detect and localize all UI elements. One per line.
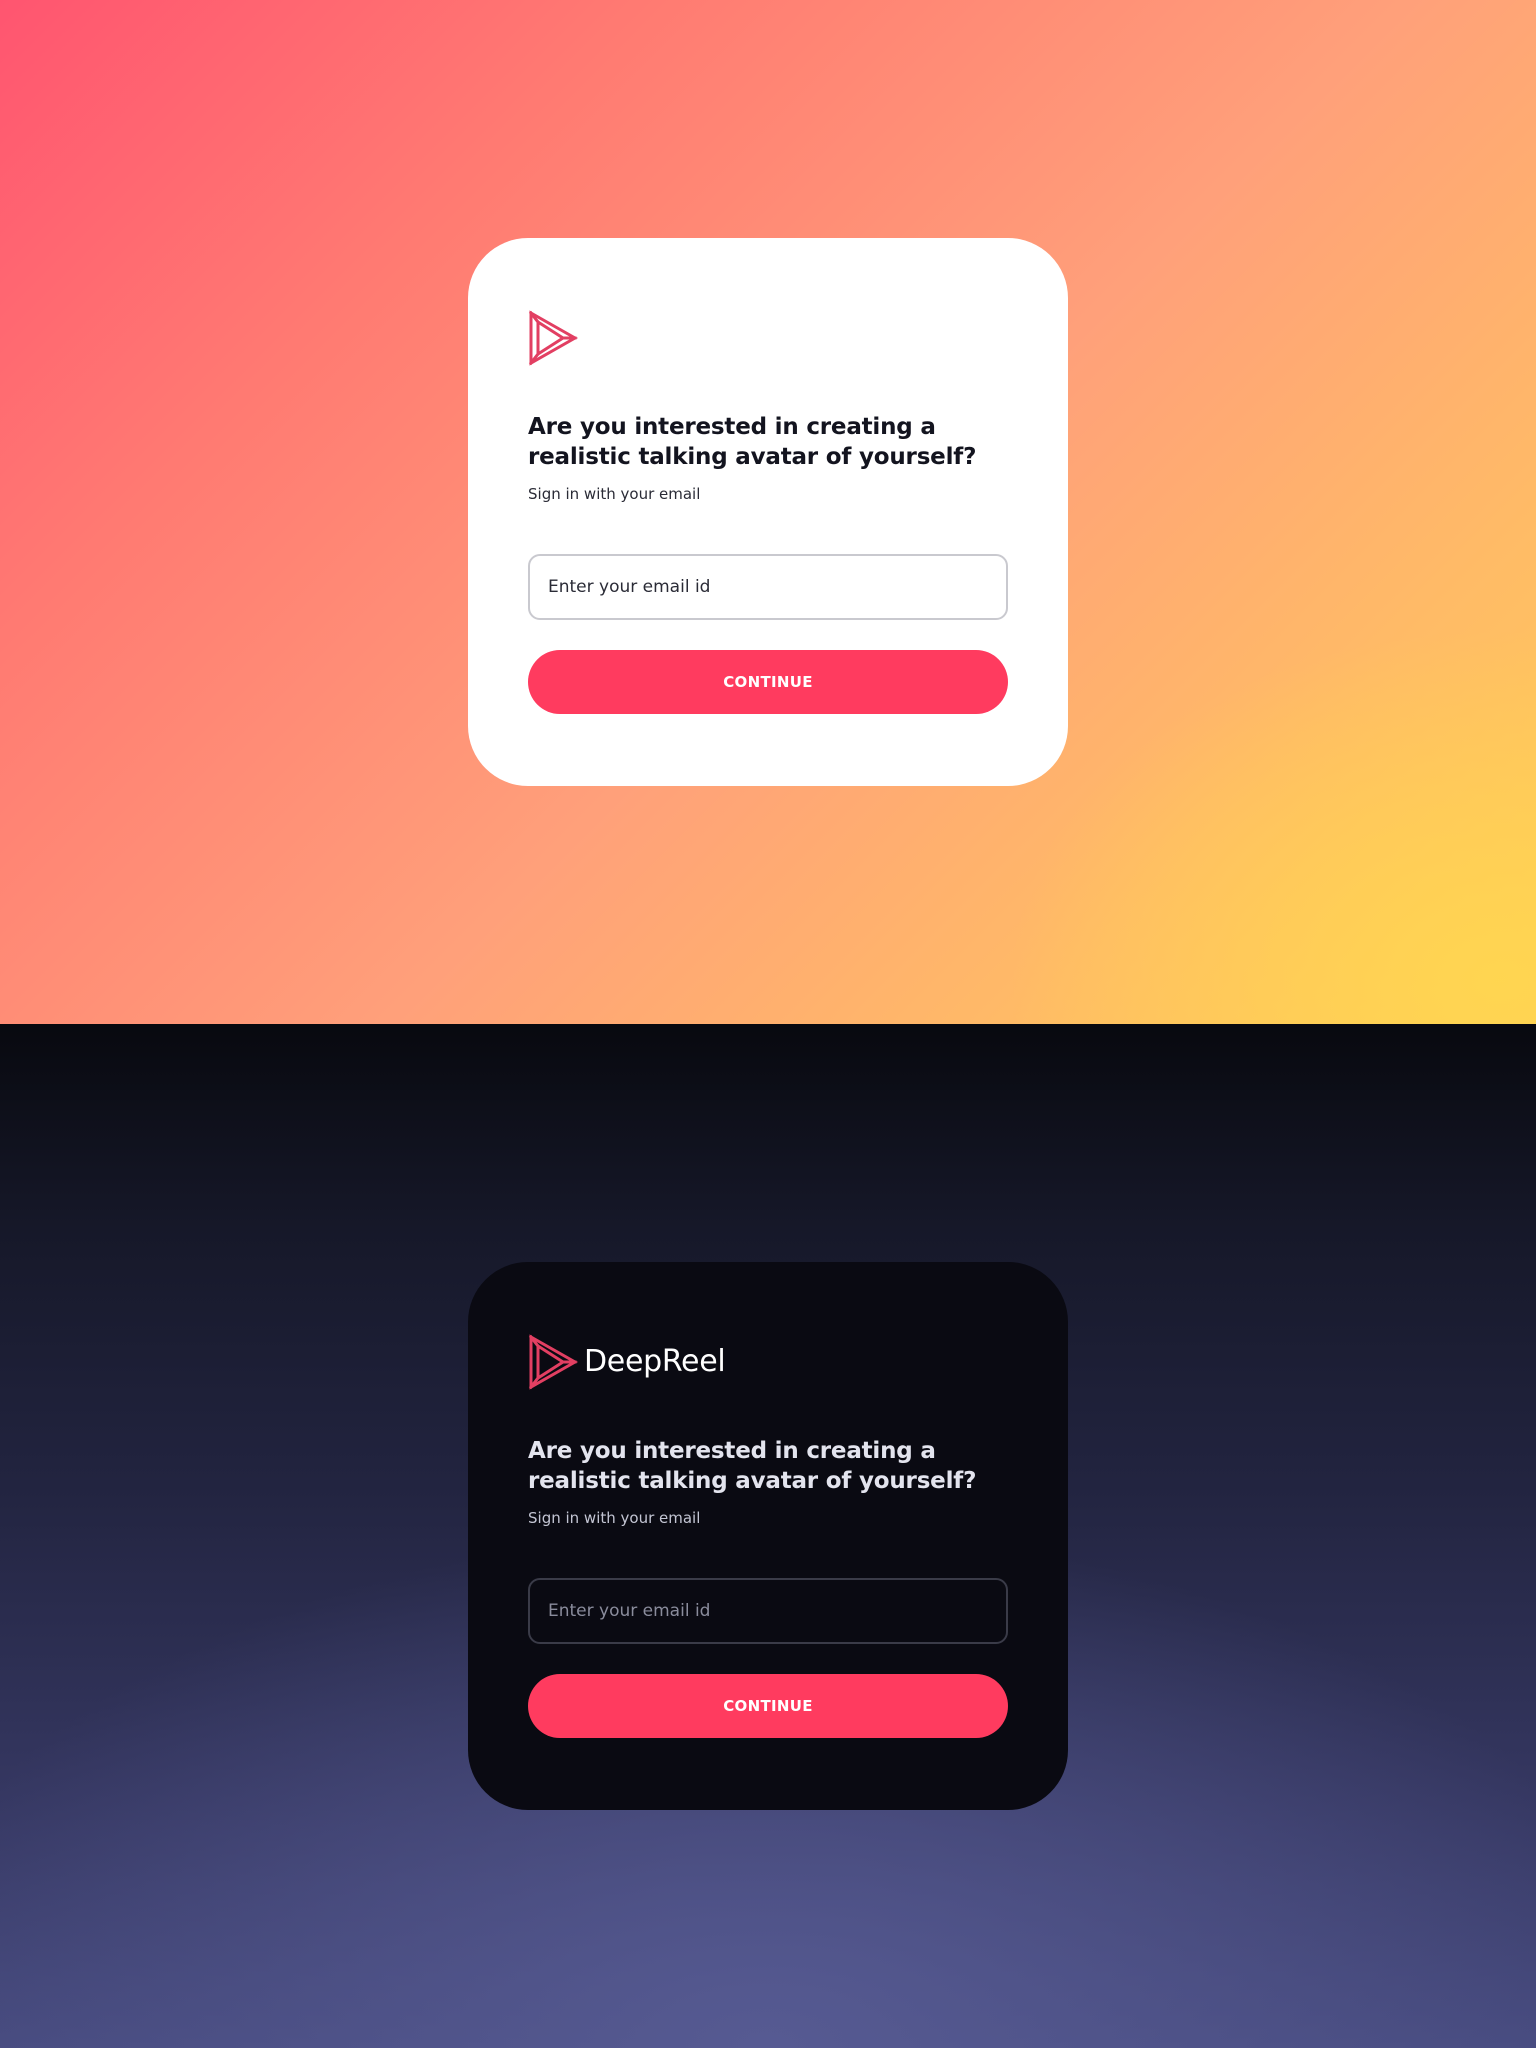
- brand-logo: DeepReel: [528, 1334, 726, 1390]
- brand-name: DeepReel: [584, 320, 726, 355]
- brand-logo: DeepReel: [528, 310, 726, 366]
- sign-in-card-dark: DeepReel Are you interested in creating …: [468, 1262, 1068, 1810]
- continue-button[interactable]: CONTINUE: [528, 650, 1008, 714]
- play-triangle-icon: [528, 310, 578, 366]
- dark-theme-panel: DeepReel Are you interested in creating …: [0, 1024, 1536, 2048]
- continue-button[interactable]: CONTINUE: [528, 1674, 1008, 1738]
- sign-in-card-light: DeepReel Are you interested in creating …: [468, 238, 1068, 786]
- sign-in-subtitle: Sign in with your email: [528, 485, 701, 503]
- brand-name: DeepReel: [584, 1344, 726, 1379]
- play-triangle-icon: [528, 1334, 578, 1390]
- page-title: Are you interested in creating a realist…: [528, 1438, 977, 1494]
- page-title: Are you interested in creating a realist…: [528, 414, 977, 470]
- email-field[interactable]: [528, 554, 1008, 620]
- email-field[interactable]: [528, 1578, 1008, 1644]
- light-theme-panel: DeepReel Are you interested in creating …: [0, 0, 1536, 1024]
- sign-in-subtitle: Sign in with your email: [528, 1509, 701, 1527]
